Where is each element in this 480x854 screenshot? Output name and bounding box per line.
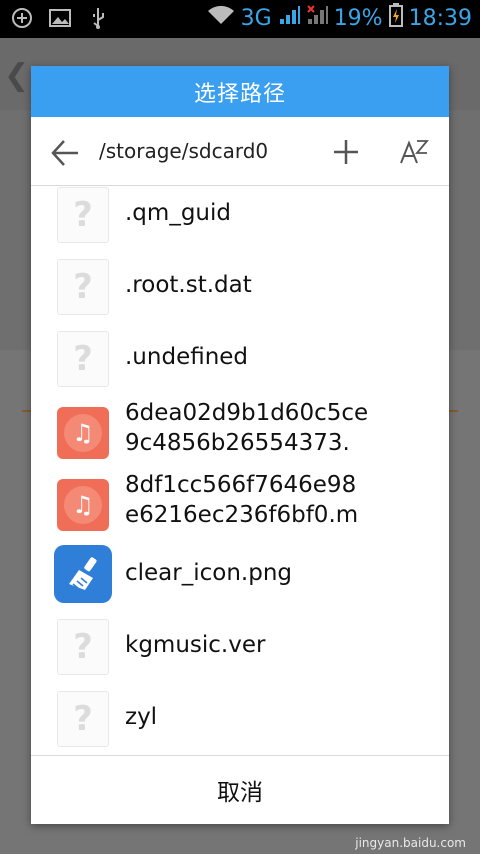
file-row[interactable]: ? .qm_guid xyxy=(31,187,449,251)
image-icon xyxy=(48,6,72,30)
back-chevron-icon: ❮ xyxy=(4,58,30,93)
add-circle-icon xyxy=(10,6,34,30)
signal-icon xyxy=(278,4,300,32)
music-file-icon: ♫ xyxy=(57,407,109,459)
signal-weak-icon xyxy=(306,4,328,32)
unknown-file-icon: ? xyxy=(57,331,109,387)
file-row[interactable]: ? zyl xyxy=(31,683,449,755)
file-row[interactable]: clear_icon.png xyxy=(31,539,449,611)
file-row[interactable]: ? kgmusic.ver xyxy=(31,611,449,683)
clock: 18:39 xyxy=(408,5,472,31)
new-folder-button[interactable] xyxy=(327,133,365,171)
network-type: 3G xyxy=(240,5,272,31)
file-name: 8df1cc566f7646e98 e6216ec236f6bf0.m xyxy=(125,472,359,528)
wifi-icon xyxy=(207,4,235,32)
usb-icon xyxy=(86,6,110,30)
status-bar: 3G 19% 18:39 xyxy=(0,0,480,38)
unknown-file-icon: ? xyxy=(57,619,109,675)
file-row[interactable]: ? .root.st.dat xyxy=(31,251,449,323)
plus-icon xyxy=(334,140,358,164)
current-path: /storage/sdcard0 xyxy=(99,139,269,163)
sort-az-icon xyxy=(400,140,429,164)
file-row[interactable]: ♫ 6dea02d9b1d60c5ce 9c4856b26554373. xyxy=(31,395,449,467)
unknown-file-icon: ? xyxy=(57,187,109,243)
file-name: .qm_guid xyxy=(125,200,231,226)
unknown-file-icon: ? xyxy=(57,691,109,747)
select-path-dialog: 选择路径 /storage/sdcard0 ? .qm_guid ? .root… xyxy=(31,66,449,824)
file-name: clear_icon.png xyxy=(125,560,293,586)
broom-app-icon xyxy=(54,545,112,603)
file-list: ? .qm_guid ? .root.st.dat ? .undefined ♫… xyxy=(31,187,449,756)
file-row[interactable]: ? .undefined xyxy=(31,323,449,395)
path-bar: /storage/sdcard0 xyxy=(31,117,449,186)
back-button[interactable] xyxy=(45,135,85,171)
music-file-icon: ♫ xyxy=(57,479,109,531)
file-name: .undefined xyxy=(125,344,249,370)
file-name: zyl xyxy=(125,704,158,730)
dialog-title: 选择路径 xyxy=(31,66,449,117)
file-row[interactable]: ♫ 8df1cc566f7646e98 e6216ec236f6bf0.m xyxy=(31,467,449,539)
back-arrow-icon xyxy=(51,140,78,166)
unknown-file-icon: ? xyxy=(57,259,109,315)
file-name: .root.st.dat xyxy=(125,272,252,298)
battery-charging-icon xyxy=(388,3,403,33)
file-name: 6dea02d9b1d60c5ce 9c4856b26554373. xyxy=(125,400,369,456)
file-name: kgmusic.ver xyxy=(125,632,266,658)
watermark: jingyan.baidu.com xyxy=(355,836,466,850)
battery-percent: 19% xyxy=(333,5,383,31)
cancel-button[interactable]: 取消 xyxy=(31,755,449,824)
sort-button[interactable] xyxy=(393,133,437,171)
